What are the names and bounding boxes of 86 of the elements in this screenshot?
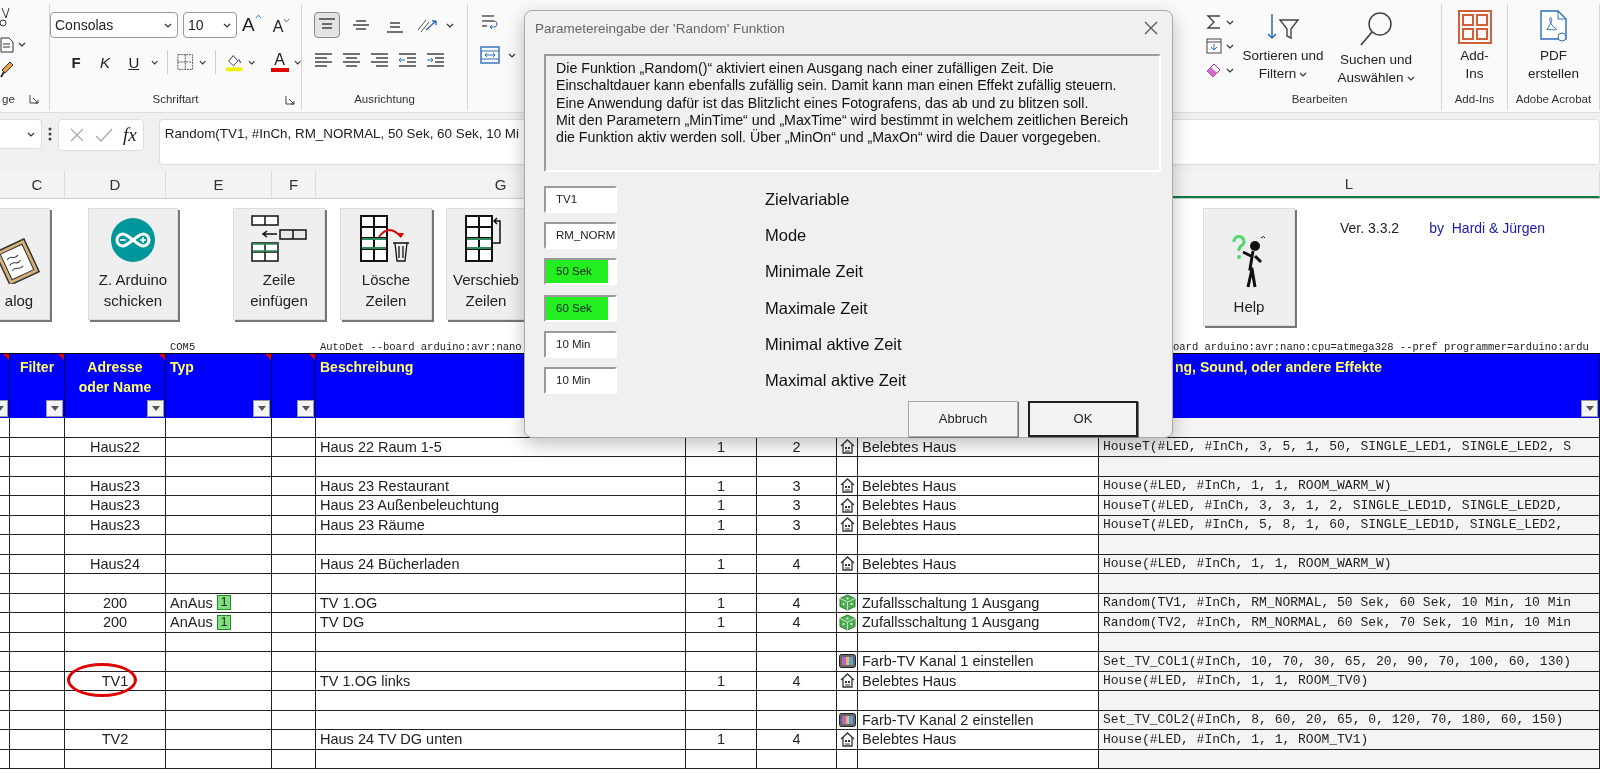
parameter-label: Minimale Zeit [765, 262, 864, 282]
address-text: Haus22 [90, 438, 140, 455]
effect-text: Belebtes Haus [862, 497, 957, 514]
number-text: 1 [716, 555, 726, 572]
code-text: Random(TV2, #InCh, RM_NORMAL, 60 Sek, 70 Sek, 10 Min, 10 Min [1103, 614, 1572, 630]
description-text: Haus 23 Räume [320, 516, 425, 533]
number-text: 1 [716, 438, 726, 455]
type-text: AnAus [170, 594, 213, 611]
number-text: 4 [792, 614, 801, 631]
code-text: HouseT(#LED, #InCh, 3, 3, 1, 2, SINGLE_LED1D, SINGLE_LED2D, [1103, 497, 1564, 513]
description-text: TV 1.OG [320, 594, 378, 611]
type-badge: 1 [216, 595, 232, 611]
number-text: 3 [792, 477, 801, 494]
description-text: Haus 22 Raum 1-5 [320, 438, 442, 455]
dialog-title: Parametereingabe der 'Random' Funktion [535, 20, 785, 36]
number-text: 1 [716, 516, 726, 533]
code-text: HouseT(#LED, #InCh, 5, 8, 1, 60, SINGLE_LED1D, SINGLE_LED2, [1103, 517, 1564, 533]
effect-text: Belebtes Haus [862, 555, 957, 572]
port-text: COM5 [169, 340, 196, 353]
column-title: ng, Sound, oder andere Effekte [1175, 359, 1382, 375]
column-title: Typ [170, 359, 194, 375]
effect-text: Belebtes Haus [862, 672, 957, 689]
description-text: Haus 24 Bücherladen [320, 555, 460, 572]
number-text: 2 [792, 438, 801, 455]
address-text: Haus23 [90, 477, 140, 494]
effect-text: Belebtes Haus [862, 477, 957, 494]
description-text: TV DG [320, 614, 365, 631]
code-text: House(#LED, #InCh, 1, 1, ROOM_WARM_W) [1103, 556, 1392, 572]
parameter-label: Mode [765, 225, 807, 245]
parameter-label: Maximal aktive Zeit [765, 371, 907, 391]
code-text: House(#LED, #InCh, 1, 1, ROOM_TV0) [1103, 673, 1369, 689]
type-text: AnAus [170, 614, 213, 631]
description-text: Haus 23 Außenbeleuchtung [320, 497, 499, 514]
effect-text: Belebtes Haus [862, 731, 957, 748]
address-text: Haus24 [90, 555, 140, 572]
code-text: House(#LED, #InCh, 1, 1, ROOM_TV1) [1103, 731, 1369, 747]
group-label: Ausrichtung [354, 93, 415, 105]
effect-text: Farb-TV Kanal 2 einstellen [862, 711, 1034, 728]
parameter-label: Zielvariable [765, 189, 850, 209]
effect-text: Farb-TV Kanal 1 einstellen [862, 653, 1034, 670]
address-text: 200 [102, 614, 128, 631]
address-text: Haus23 [90, 516, 140, 533]
column-title: Beschreibung [320, 359, 414, 375]
number-text: 4 [792, 555, 801, 572]
group-label: Adobe Acrobat [1515, 93, 1592, 105]
number-text: 1 [716, 497, 726, 514]
number-text: 4 [792, 672, 801, 689]
address-text: 200 [102, 594, 128, 611]
description-text: Haus 23 Restaurant [320, 477, 449, 494]
column-title: Filter [19, 359, 55, 375]
description-text: Haus 24 TV DG unten [320, 731, 463, 748]
group-label: ge [2, 93, 15, 105]
number-text: 1 [716, 672, 726, 689]
description-text: Die Funktion „Random()“ aktiviert einen Ausgang nach einer zufälligen Zeit. Die Einschaltdauer kann ebenfalls zufällig sein. Damit kann man einen Effekt zufällig steuern. Eine Anwendung dafür ist das Blitzlicht eines Fotografens, das ab und zu blitzen soll. Mit den Parametern „MinTime“ und „MaxTime“ wird bestimmt in welchem zeitlichen Bereich die Funktion aktiv werden soll. Über „MinOn“ und „MaxOn“ wird die Dauer vorgegeben. [544, 54, 1161, 172]
number-text: 1 [716, 477, 726, 494]
effect-text: Belebtes Haus [862, 516, 957, 533]
code-text: Random(TV1, #InCh, RM_NORMAL, 50 Sek, 60 Sek, 10 Min, 10 Min [1103, 595, 1572, 611]
parameter-label: Minimal aktive Zeit [765, 334, 902, 354]
description-text: TV 1.OG links [320, 672, 411, 689]
authors-text: by Hardi & Jürgen [1429, 220, 1546, 236]
address-text: TV1 [101, 672, 129, 689]
code-text: Set_TV_COL1(#InCh, 10, 70, 30, 65, 20, 90, 70, 100, 60, 130) [1103, 653, 1572, 669]
number-text: 1 [716, 614, 726, 631]
address-text: Haus23 [90, 497, 140, 514]
number-text: 1 [716, 594, 726, 611]
number-text: 4 [792, 731, 801, 748]
number-text: 3 [792, 497, 801, 514]
effect-text: Zufallsschaltung 1 Ausgang [862, 594, 1040, 611]
number-text: 1 [716, 731, 726, 748]
code-text: House(#LED, #InCh, 1, 1, ROOM_WARM_W) [1103, 478, 1392, 494]
code-text: Set_TV_COL2(#InCh, 8, 60, 20, 65, 0, 120, 70, 180, 60, 150) [1103, 712, 1564, 728]
version-text: Ver. 3.3.2 [1340, 220, 1400, 236]
effect-text: Zufallsschaltung 1 Ausgang [862, 614, 1040, 631]
number-text: 3 [792, 516, 801, 533]
command-text: oard arduino:avr:nano:cpu=atmega328 --pref programmer=arduino:ardu [1172, 340, 1589, 353]
number-text: 4 [792, 594, 801, 611]
type-badge: 1 [216, 614, 232, 630]
address-text: TV2 [101, 731, 129, 748]
column-title: Adresse oder Name [78, 359, 152, 395]
code-text: HouseT(#LED, #InCh, 3, 5, 1, 50, SINGLE_LED1, SINGLE_LED2, S [1103, 439, 1572, 455]
group-label: Schriftart [152, 93, 199, 105]
command-text: AutoDet --board arduino:avr:nano [319, 340, 522, 353]
effect-text: Belebtes Haus [862, 438, 957, 455]
parameter-label: Maximale Zeit [765, 298, 868, 318]
group-label: Bearbeiten [1291, 93, 1348, 105]
group-label: Add-Ins [1454, 93, 1495, 105]
